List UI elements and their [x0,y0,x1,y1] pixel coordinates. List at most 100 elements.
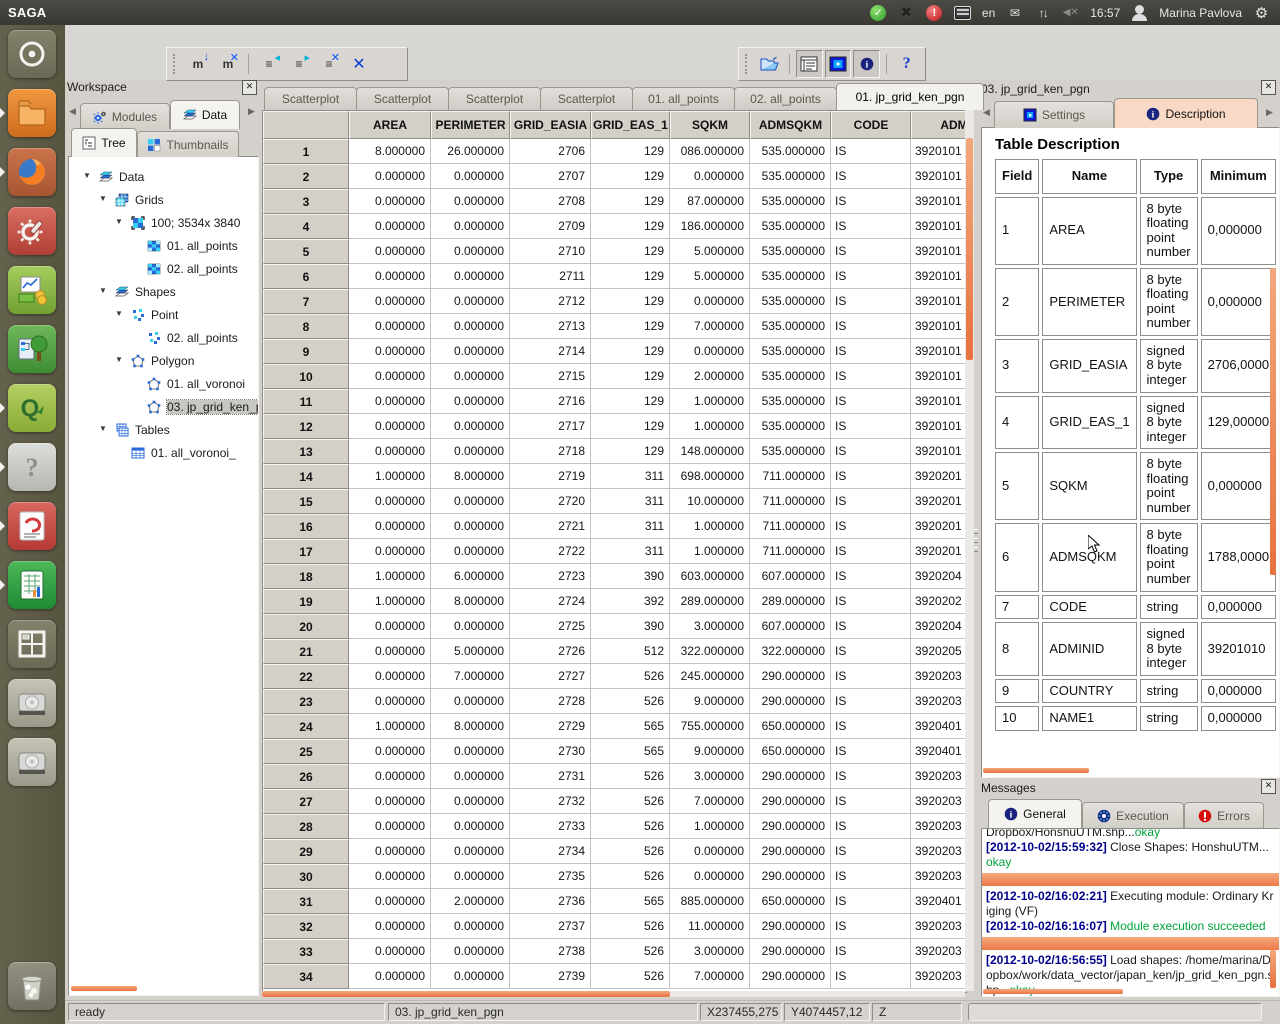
cell-grid_eas_1[interactable]: 392 [591,589,670,614]
insert-record-button[interactable]: ≡▸ [285,50,313,78]
launcher-evince[interactable] [8,502,56,550]
cell-admsqkm[interactable]: 535.000000 [750,264,831,289]
cell-area[interactable]: 0.000000 [349,614,431,639]
cell-grid_easia[interactable]: 2717 [510,414,591,439]
cell-sqkm[interactable]: 289.000000 [670,589,750,614]
cell-code[interactable]: IS [831,639,911,664]
cell-sqkm[interactable]: 7.000000 [670,789,750,814]
cell-grid_eas_1[interactable]: 526 [591,864,670,889]
cell-grid_eas_1[interactable]: 390 [591,564,670,589]
table-hscrollbar-track[interactable] [262,991,965,997]
cell-adminid[interactable]: 3920101 [911,164,967,189]
expander-icon[interactable]: ▼ [115,217,123,226]
cell-code[interactable]: IS [831,414,911,439]
cell-perimeter[interactable]: 0.000000 [431,339,510,364]
cell-admsqkm[interactable]: 535.000000 [750,189,831,214]
cell-grid_eas_1[interactable]: 390 [591,614,670,639]
cell-admsqkm[interactable]: 289.000000 [750,589,831,614]
cell-grid_easia[interactable]: 2737 [510,914,591,939]
expander-icon[interactable]: ▼ [115,309,123,318]
cell-sqkm[interactable]: 3.000000 [670,764,750,789]
cell-code[interactable]: IS [831,164,911,189]
expander-icon[interactable]: ▼ [115,355,123,364]
cell-perimeter[interactable]: 0.000000 [431,514,510,539]
cell-adminid[interactable]: 3920201 [911,539,967,564]
cell-code[interactable]: IS [831,564,911,589]
cell-sqkm[interactable]: 0.000000 [670,839,750,864]
properties-tab-description[interactable]: iDescription [1114,98,1258,128]
cell-grid_eas_1[interactable]: 129 [591,414,670,439]
volume-muted-icon[interactable]: ◀✕ [1062,4,1079,21]
tree-item-tables[interactable]: ▼Tables [69,420,258,442]
show-table-view-button[interactable] [796,50,823,78]
cell-adminid[interactable]: 3920203 [911,789,967,814]
cell-area[interactable]: 0.000000 [349,839,431,864]
cell-grid_eas_1[interactable]: 129 [591,164,670,189]
panel-splitter[interactable] [973,84,979,996]
launcher-workspace-switcher[interactable] [8,620,56,668]
row-number-cell[interactable]: 26 [263,764,349,789]
cell-code[interactable]: IS [831,189,911,214]
cell-admsqkm[interactable]: 322.000000 [750,639,831,664]
add-record-button[interactable]: ≡◂ [255,50,283,78]
cell-perimeter[interactable]: 0.000000 [431,414,510,439]
row-number-cell[interactable]: 34 [263,964,349,989]
cell-perimeter[interactable]: 0.000000 [431,439,510,464]
tree-item-01-all-points[interactable]: 01. all_points [69,236,258,258]
expander-icon[interactable]: ▼ [83,171,91,180]
cell-sqkm[interactable]: 10.000000 [670,489,750,514]
document-tab-scatterplot[interactable]: Scatterplot [264,87,357,110]
row-number-cell[interactable]: 2 [263,164,349,189]
cell-grid_eas_1[interactable]: 526 [591,939,670,964]
cell-grid_eas_1[interactable]: 311 [591,489,670,514]
cell-grid_eas_1[interactable]: 512 [591,639,670,664]
cell-adminid[interactable]: 3920101 [911,139,967,164]
workspace-viewtab-thumbnails[interactable]: Thumbnails [137,131,239,157]
cell-sqkm[interactable]: 0.000000 [670,164,750,189]
cell-adminid[interactable]: 3920101 [911,389,967,414]
cell-code[interactable]: IS [831,914,911,939]
cell-perimeter[interactable]: 8.000000 [431,589,510,614]
cell-grid_eas_1[interactable]: 129 [591,289,670,314]
cell-admsqkm[interactable]: 650.000000 [750,889,831,914]
tree-item-02-all-points[interactable]: 02. all_points [69,328,258,350]
cell-perimeter[interactable]: 0.000000 [431,239,510,264]
cell-grid_eas_1[interactable]: 129 [591,364,670,389]
cell-code[interactable]: IS [831,664,911,689]
expander-icon[interactable]: ▼ [99,194,107,203]
column-header-admsqkm[interactable]: ADMSQKM [750,111,831,139]
cell-area[interactable]: 0.000000 [349,414,431,439]
cell-perimeter[interactable]: 0.000000 [431,189,510,214]
document-tab-01-jp-grid-ken-pgn[interactable]: 01. jp_grid_ken_pgn [836,83,984,110]
messages-hscrollbar-thumb[interactable] [983,989,1123,994]
document-tab-02-all-points[interactable]: 02. all_points [734,87,837,110]
cell-grid_easia[interactable]: 2729 [510,714,591,739]
cell-code[interactable]: IS [831,439,911,464]
document-tab-01-all-points[interactable]: 01. all_points [632,87,735,110]
cell-area[interactable]: 0.000000 [349,189,431,214]
cell-area[interactable]: 1.000000 [349,714,431,739]
cell-code[interactable]: IS [831,314,911,339]
cell-admsqkm[interactable]: 535.000000 [750,239,831,264]
cell-adminid[interactable]: 3920101 [911,189,967,214]
ok-check-icon[interactable]: ✓ [870,4,887,21]
launcher-disk-2[interactable] [8,738,56,786]
cell-code[interactable]: IS [831,514,911,539]
cell-area[interactable]: 1.000000 [349,564,431,589]
cell-sqkm[interactable]: 11.000000 [670,914,750,939]
cell-adminid[interactable]: 3920203 [911,964,967,989]
tree-item-grids[interactable]: ▼Grids [69,190,258,212]
cell-perimeter[interactable]: 7.000000 [431,664,510,689]
cell-sqkm[interactable]: 3.000000 [670,939,750,964]
cell-perimeter[interactable]: 0.000000 [431,789,510,814]
cell-grid_easia[interactable]: 2719 [510,464,591,489]
messages-tab-general[interactable]: iGeneral [988,799,1082,828]
launcher-system-settings[interactable] [8,207,56,255]
cell-grid_eas_1[interactable]: 311 [591,539,670,564]
description-hscrollbar-thumb[interactable] [983,768,1089,773]
launcher-help[interactable]: ? [8,443,56,491]
row-number-cell[interactable]: 18 [263,564,349,589]
cell-code[interactable]: IS [831,464,911,489]
cell-area[interactable]: 0.000000 [349,339,431,364]
cell-sqkm[interactable]: 1.000000 [670,514,750,539]
